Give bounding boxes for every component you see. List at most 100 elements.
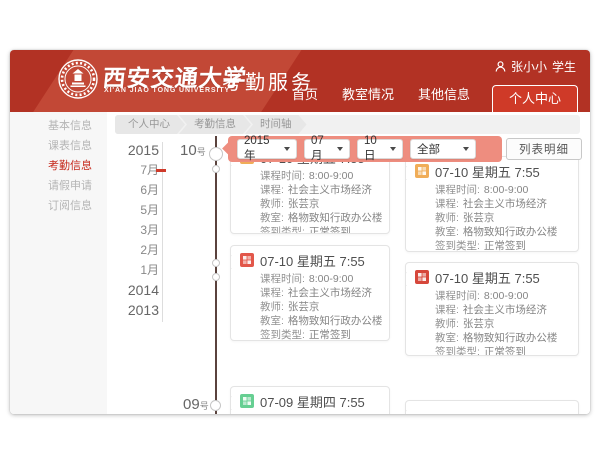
field-value: 格物致知行政办公楼 [463,331,558,345]
field-value: 社会主义市场经济 [288,286,372,300]
field-label: 教室: [435,331,459,345]
status-icon-red [415,270,429,284]
attendance-card-row3-right [405,400,579,414]
field-value: 格物致知行政办公楼 [463,225,558,239]
month-nav-feb[interactable]: 2月 [107,240,159,260]
field-label: 教室: [260,211,284,225]
field-value: 8:00-9:00 [484,289,528,303]
field-value: 正常签到 [484,239,526,252]
app-window: 西安交通大学 XI'AN JIAO TONG UNIVERSITY 考勤服务 张… [10,50,590,414]
university-seal-logo [57,58,99,100]
month-nav-may[interactable]: 5月 [107,200,159,220]
day-dropdown[interactable]: 10日 [357,139,403,159]
nav-other-info[interactable]: 其他信息 [406,84,482,112]
month-nav: 2015 7月 6月 5月 3月 2月 1月 2014 2013 [107,140,159,320]
field-value: 8:00-9:00 [484,183,528,197]
field-value: 格物致知行政办公楼 [288,314,383,328]
timeline-node [212,165,220,173]
breadcrumb-personal-center[interactable]: 个人中心 [115,115,185,134]
timeline-node [212,259,220,267]
sidebar-item-timetable[interactable]: 课表信息 [10,136,107,156]
breadcrumb-attendance[interactable]: 考勤信息 [179,115,251,134]
timeline-node [209,147,223,161]
field-value: 社会主义市场经济 [463,303,547,317]
field-value: 社会主义市场经济 [463,197,547,211]
nav-home[interactable]: 首页 [280,84,330,112]
field-label: 教师: [435,211,459,225]
field-label: 签到类型: [435,239,480,252]
field-value: 张芸京 [288,197,320,211]
card-title: 07-10 星期五 7:55 [435,268,540,287]
caret-down-icon [284,147,290,151]
attendance-card-row1-right: 07-10 星期五 7:55 课程时间: 8:00-9:00 课程: 社会主义市场经… [405,156,579,252]
app-header: 西安交通大学 XI'AN JIAO TONG UNIVERSITY 考勤服务 张… [10,50,590,112]
field-label: 课程时间: [260,169,305,183]
page: 西安交通大学 XI'AN JIAO TONG UNIVERSITY 考勤服务 张… [0,0,600,450]
sidebar-item-attendance[interactable]: 考勤信息 [10,156,107,176]
sidebar-item-leave-request[interactable]: 请假申请 [10,176,107,196]
field-value: 张芸京 [288,300,320,314]
field-label: 教师: [435,317,459,331]
sidebar-item-basic-info[interactable]: 基本信息 [10,116,107,136]
field-label: 课程时间: [435,289,480,303]
day-label-09: 09号 [183,396,209,413]
month-nav-jan[interactable]: 1月 [107,260,159,280]
main-nav: 首页 教室情况 其他信息 个人中心 [280,84,578,112]
field-value: 正常签到 [309,225,351,234]
timeline-node [212,273,220,281]
attendance-card-row2-left: 07-10 星期五 7:55 课程时间: 8:00-9:00 课程: 社会主义市场经… [230,245,390,341]
month-nav-jun[interactable]: 6月 [107,180,159,200]
field-label: 课程: [260,183,284,197]
field-value: 8:00-9:00 [309,169,353,183]
month-nav-jul[interactable]: 7月 [107,160,159,180]
year-dropdown[interactable]: 2015年 [237,139,297,159]
user-info[interactable]: 张小小 学生 [495,58,576,75]
month-nav-2013[interactable]: 2013 [107,300,159,320]
status-icon-amber [415,164,429,178]
field-value: 张芸京 [463,317,495,331]
field-label: 课程: [435,303,459,317]
caret-down-icon [390,147,396,151]
card-title: 07-10 星期五 7:55 [435,162,540,181]
card-title: 07-10 星期五 7:55 [260,251,365,270]
breadcrumb-timeline[interactable]: 时间轴 [245,115,307,134]
attendance-card-row3-left: 07-09 星期四 7:55 [230,386,390,414]
field-value: 正常签到 [309,328,351,341]
field-label: 课程: [260,286,284,300]
date-filter-bubble: 2015年 07月 10日 全部 [228,136,502,162]
month-nav-2014[interactable]: 2014 [107,280,159,300]
current-month-marker [156,169,166,172]
nav-tab-personal-center[interactable]: 个人中心 [492,85,578,112]
status-icon-green [240,394,254,408]
caret-down-icon [337,147,343,151]
field-label: 签到类型: [260,328,305,341]
list-detail-button[interactable]: 列表明细 [506,138,582,160]
card-title: 07-09 星期四 7:55 [260,392,365,411]
field-label: 课程: [435,197,459,211]
university-name-en: XI'AN JIAO TONG UNIVERSITY [104,87,230,94]
field-value: 社会主义市场经济 [288,183,372,197]
sidebar: 基本信息 课表信息 考勤信息 请假申请 订阅信息 [10,112,107,414]
field-label: 课程时间: [260,272,305,286]
field-value: 8:00-9:00 [309,272,353,286]
field-value: 格物致知行政办公楼 [288,211,383,225]
month-nav-2015[interactable]: 2015 [107,140,159,160]
field-label: 课程时间: [435,183,480,197]
month-dropdown[interactable]: 07月 [304,139,350,159]
field-label: 签到类型: [260,225,305,234]
status-icon-red-orange [240,253,254,267]
field-label: 教室: [260,314,284,328]
breadcrumb: 个人中心 考勤信息 时间轴 [115,115,580,134]
nav-classrooms[interactable]: 教室情况 [330,84,406,112]
month-nav-mar[interactable]: 3月 [107,220,159,240]
field-label: 教师: [260,300,284,314]
sidebar-item-subscription[interactable]: 订阅信息 [10,196,107,216]
user-role: 学生 [552,58,576,75]
timeline-node [210,400,221,411]
day-label-10: 10号 [180,142,206,159]
attendance-card-row2-right: 07-10 星期五 7:55 课程时间: 8:00-9:00 课程: 社会主义市场经… [405,262,579,356]
user-name: 张小小 [511,58,547,75]
type-dropdown[interactable]: 全部 [410,139,476,159]
person-icon [495,61,506,72]
caret-down-icon [463,147,469,151]
